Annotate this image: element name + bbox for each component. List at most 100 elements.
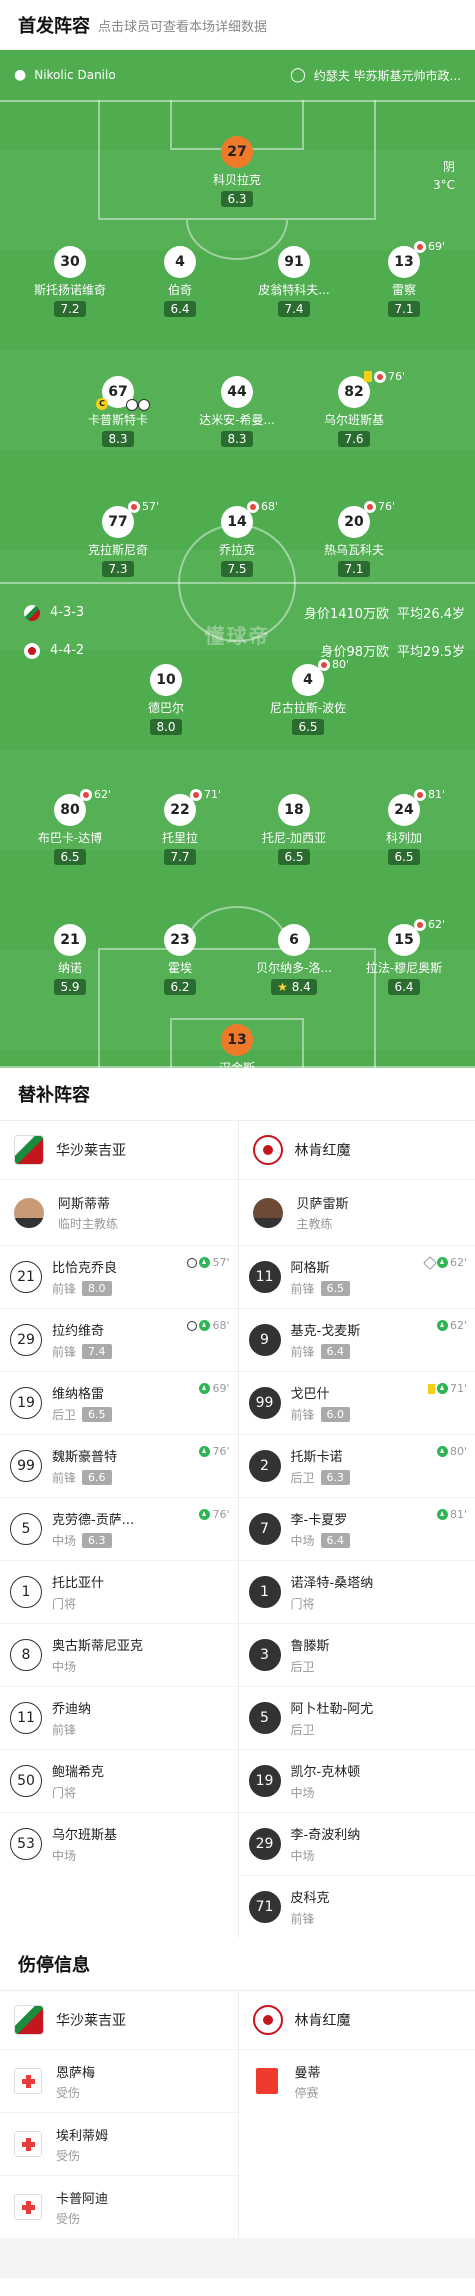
sub-player-row[interactable]: 99 魏斯豪普特 前锋 6.6 76' bbox=[0, 1434, 238, 1497]
home-player-20[interactable]: 20 76' 热乌瓦科夫 7.1 bbox=[302, 500, 406, 577]
subs-section-title: 替补阵容 bbox=[0, 1068, 475, 1120]
sub-player-row[interactable]: 5 阿卜杜勒-阿尤 后卫 bbox=[238, 1686, 475, 1749]
injury-row[interactable]: 卡普阿迪 受伤 bbox=[0, 2175, 238, 2238]
sub-position-row: 后卫 bbox=[291, 1658, 466, 1675]
sub-player-row[interactable]: 21 比恰克乔良 前锋 8.0 57' bbox=[0, 1245, 238, 1308]
sub-position-row: 中场 bbox=[291, 1847, 466, 1864]
home-coach[interactable]: 阿斯蒂蒂 临时主教练 bbox=[0, 1179, 238, 1245]
medical-kit-icon bbox=[14, 2068, 42, 2094]
home-player-82[interactable]: 82 76' 乌尔班斯基 7.6 bbox=[302, 370, 406, 447]
away-player-10[interactable]: 10 德巴尔 8.0 bbox=[114, 664, 218, 735]
sub-name: 乌尔班斯基 bbox=[52, 1828, 118, 1843]
home-team-crest-icon bbox=[24, 604, 40, 621]
injured-player-name: 曼蒂 bbox=[294, 2065, 321, 2081]
sub-number: 53 bbox=[10, 1828, 42, 1860]
home-player-14[interactable]: 14 68' 乔拉克 7.5 bbox=[185, 500, 289, 577]
sub-in-icon bbox=[199, 1257, 211, 1268]
sub-in-minute: 69' bbox=[212, 1382, 230, 1395]
player-rating: 5.9 bbox=[54, 979, 86, 995]
sub-position: 前锋 bbox=[52, 1723, 77, 1737]
home-player-67[interactable]: 67 C 卡普斯特卡 8.3 bbox=[66, 376, 170, 447]
sub-player-row[interactable]: 29 李-奇波利纳 中场 bbox=[238, 1812, 475, 1875]
weather-temperature: 3°C bbox=[432, 178, 455, 192]
sub-player-row[interactable]: 8 奥古斯蒂尼亚克 中场 bbox=[0, 1623, 238, 1686]
sub-player-row[interactable]: 9 基克-戈麦斯 前锋 6.4 62' bbox=[238, 1308, 475, 1371]
sub-player-row[interactable]: 1 诺泽特-桑塔纳 门将 bbox=[238, 1560, 475, 1623]
sub-player-row[interactable]: 29 拉约维奇 前锋 7.4 68' bbox=[0, 1308, 238, 1371]
away-player-18[interactable]: 18 托尼-加西亚 6.5 bbox=[242, 794, 346, 865]
away-player-24[interactable]: 24 81' 科列加 6.5 bbox=[352, 788, 456, 865]
home-player-91[interactable]: 91 皮翁特科夫... 7.4 bbox=[242, 246, 346, 317]
player-name: 纳诺 bbox=[57, 961, 82, 975]
sub-player-row[interactable]: 7 李-卡夏罗 中场 6.4 81' bbox=[238, 1497, 475, 1560]
substitution-marker: 62' bbox=[414, 918, 445, 931]
home-player-30[interactable]: 30 斯托扬诺维奇 7.2 bbox=[18, 246, 122, 317]
away-coach[interactable]: 贝萨雷斯 主教练 bbox=[238, 1179, 475, 1245]
weather: 阴 3°C bbox=[433, 158, 455, 194]
sub-player-row[interactable]: 5 克劳德-贡萨... 中场 6.3 76' bbox=[0, 1497, 238, 1560]
home-player-4[interactable]: 4 伯奇 6.4 bbox=[128, 246, 232, 317]
away-team-row: 4-4-2 身价98万欧 平均29.5岁 bbox=[0, 641, 475, 660]
rating-value: 6.5 bbox=[284, 850, 304, 864]
home-player-44[interactable]: 44 达米安-希曼... 8.3 bbox=[185, 376, 289, 447]
home-subs-team-name: 华沙莱吉亚 bbox=[56, 1143, 126, 1159]
player-name: 布巴卡-达博 bbox=[37, 831, 103, 845]
away-player-15[interactable]: 15 62' 拉法-穆尼奥斯 6.4 bbox=[352, 918, 456, 995]
sub-position: 后卫 bbox=[290, 1471, 315, 1485]
sub-name: 奥古斯蒂尼亚克 bbox=[52, 1639, 144, 1654]
substitution-marker: 81' bbox=[414, 788, 445, 801]
away-player-80[interactable]: 80 62' 布巴卡-达博 6.5 bbox=[18, 788, 122, 865]
sub-player-row[interactable]: 53 乌尔班斯基 中场 bbox=[0, 1812, 238, 1875]
player-rating: 7.1 bbox=[338, 561, 370, 577]
injury-row[interactable]: 曼蒂 停赛 bbox=[238, 2049, 475, 2112]
player-number: 6 bbox=[278, 924, 310, 956]
sub-position-row: 前锋 6.4 bbox=[291, 1343, 466, 1360]
sub-in-minute: 57' bbox=[212, 1256, 230, 1269]
away-player-4[interactable]: 4 80' 尼古拉斯-波佐 6.5 bbox=[256, 658, 360, 735]
substitution-marker: 80' bbox=[318, 658, 349, 671]
away-player-6[interactable]: 6 贝尔纳多-洛... ★ 8.4 bbox=[242, 924, 346, 995]
home-injury-team[interactable]: 华沙莱吉亚 bbox=[0, 1991, 238, 2049]
injury-row[interactable]: 埃利蒂姆 受伤 bbox=[0, 2112, 238, 2175]
assist-boot-icon bbox=[422, 1255, 438, 1270]
home-player-77[interactable]: 77 57' 克拉斯尼奇 7.3 bbox=[66, 500, 170, 577]
away-subs-team[interactable]: 林肯红魔 bbox=[239, 1121, 475, 1179]
sub-player-row[interactable]: 2 托斯卡诺 后卫 6.3 80' bbox=[238, 1434, 475, 1497]
lineup-title: 首发阵容 bbox=[18, 16, 90, 37]
home-player-27[interactable]: 27 科贝拉克 6.3 bbox=[185, 136, 289, 207]
home-player-13[interactable]: 13 69' 雷察 7.1 bbox=[352, 240, 456, 317]
sub-position: 前锋 bbox=[52, 1471, 77, 1485]
sub-player-row[interactable]: 1 托比亚什 门将 bbox=[0, 1560, 238, 1623]
sub-in-icon bbox=[199, 1446, 211, 1457]
sub-position-row: 前锋 6.6 bbox=[52, 1469, 228, 1486]
home-subs-list: 21 比恰克乔良 前锋 8.0 57' 29 拉约维奇 前锋 7.4 68' 19 维纳格雷 后卫 6.5… bbox=[0, 1245, 238, 1875]
sub-name: 皮科克 bbox=[290, 1891, 330, 1906]
sub-player-row[interactable]: 3 鲁滕斯 后卫 bbox=[238, 1623, 475, 1686]
home-subs-team[interactable]: 华沙莱吉亚 bbox=[0, 1121, 238, 1179]
sub-name: 托比亚什 bbox=[52, 1576, 105, 1591]
away-player-21[interactable]: 21 纳诺 5.9 bbox=[18, 924, 122, 995]
captain-badge-icon: C bbox=[96, 398, 108, 410]
away-player-23[interactable]: 23 霍埃 6.2 bbox=[128, 924, 232, 995]
sub-minute: 80' bbox=[332, 658, 350, 671]
injury-row[interactable]: 恩萨梅 受伤 bbox=[0, 2049, 238, 2112]
sub-name: 阿卜杜勒-阿尤 bbox=[290, 1702, 374, 1717]
player-name: 科贝拉克 bbox=[212, 173, 261, 187]
sub-name: 基克-戈麦斯 bbox=[290, 1324, 361, 1339]
sub-player-row[interactable]: 99 戈巴什 前锋 6.0 71' bbox=[238, 1371, 475, 1434]
sub-player-row[interactable]: 71 皮科克 前锋 bbox=[238, 1875, 475, 1938]
sub-player-row[interactable]: 11 乔迪纳 前锋 bbox=[0, 1686, 238, 1749]
sub-player-row[interactable]: 50 鲍瑞希克 门将 bbox=[0, 1749, 238, 1812]
away-player-13[interactable]: 13汉金斯6.9 bbox=[185, 1024, 289, 1068]
sub-info: 诺泽特-桑塔纳 门将 bbox=[291, 1572, 466, 1612]
away-injury-team[interactable]: 林肯红魔 bbox=[239, 1991, 475, 2049]
player-number: 10 bbox=[150, 664, 182, 696]
sub-name: 诺泽特-桑塔纳 bbox=[290, 1576, 374, 1591]
sub-player-row[interactable]: 19 凯尔-克林顿 中场 bbox=[238, 1749, 475, 1812]
sub-name: 凯尔-克林顿 bbox=[290, 1765, 361, 1780]
away-player-22[interactable]: 22 71' 托里拉 7.7 bbox=[128, 788, 232, 865]
coach-name: 阿斯蒂蒂 bbox=[58, 1197, 111, 1212]
sub-player-row[interactable]: 11 阿格斯 前锋 6.5 62' bbox=[238, 1245, 475, 1308]
stadium-name: 约瑟夫 毕苏斯基元帅市政... bbox=[313, 68, 461, 83]
sub-player-row[interactable]: 19 维纳格雷 后卫 6.5 69' bbox=[0, 1371, 238, 1434]
